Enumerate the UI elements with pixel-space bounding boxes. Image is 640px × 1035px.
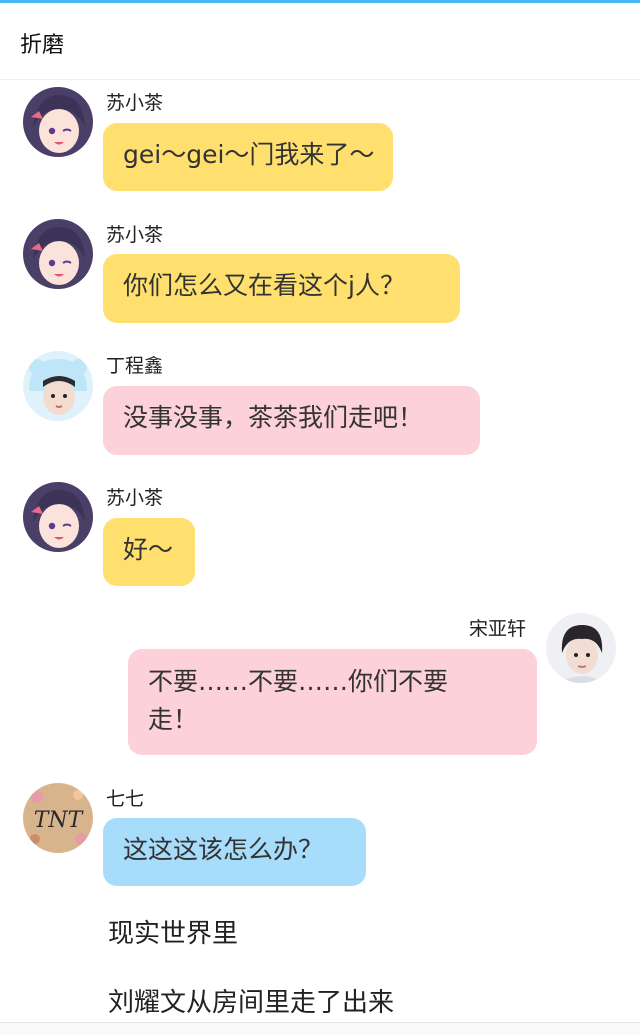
sender-name: 苏小茶 [106, 487, 164, 509]
sender-name: 宋亚轩 [469, 618, 527, 640]
narration-text: 刘耀文从房间里走了出来 [108, 988, 395, 1018]
svg-text:TNT: TNT [34, 808, 85, 833]
message-bubble[interactable]: 你们怎么又在看这个j人？ [103, 254, 460, 323]
chat-header: 折磨 [0, 3, 640, 80]
avatar-boy-bear-hat[interactable] [23, 351, 93, 421]
sender-name: 苏小茶 [106, 92, 164, 114]
avatar-anime-girl[interactable] [23, 87, 93, 157]
sender-name: 苏小茶 [106, 224, 164, 246]
chat-title: 折磨 [20, 33, 65, 58]
bottom-input-bar[interactable] [0, 1022, 640, 1035]
avatar-anime-girl[interactable] [23, 219, 93, 289]
avatar-tnt-logo[interactable]: TNT [23, 783, 93, 853]
message-bubble[interactable]: 这这这该怎么办？ [103, 818, 366, 886]
message-bubble[interactable]: 好～ [103, 518, 195, 586]
avatar-anime-girl[interactable] [23, 482, 93, 552]
message-bubble[interactable]: 不要……不要……你们不要走！ [128, 649, 537, 755]
avatar-boy-portrait[interactable] [546, 613, 616, 683]
message-bubble[interactable]: gei～gei～门我来了～ [103, 123, 393, 191]
sender-name: 七七 [106, 788, 145, 810]
sender-name: 丁程鑫 [106, 355, 164, 377]
message-bubble[interactable]: 没事没事，茶茶我们走吧！ [103, 386, 480, 455]
narration-text: 现实世界里 [108, 919, 239, 949]
